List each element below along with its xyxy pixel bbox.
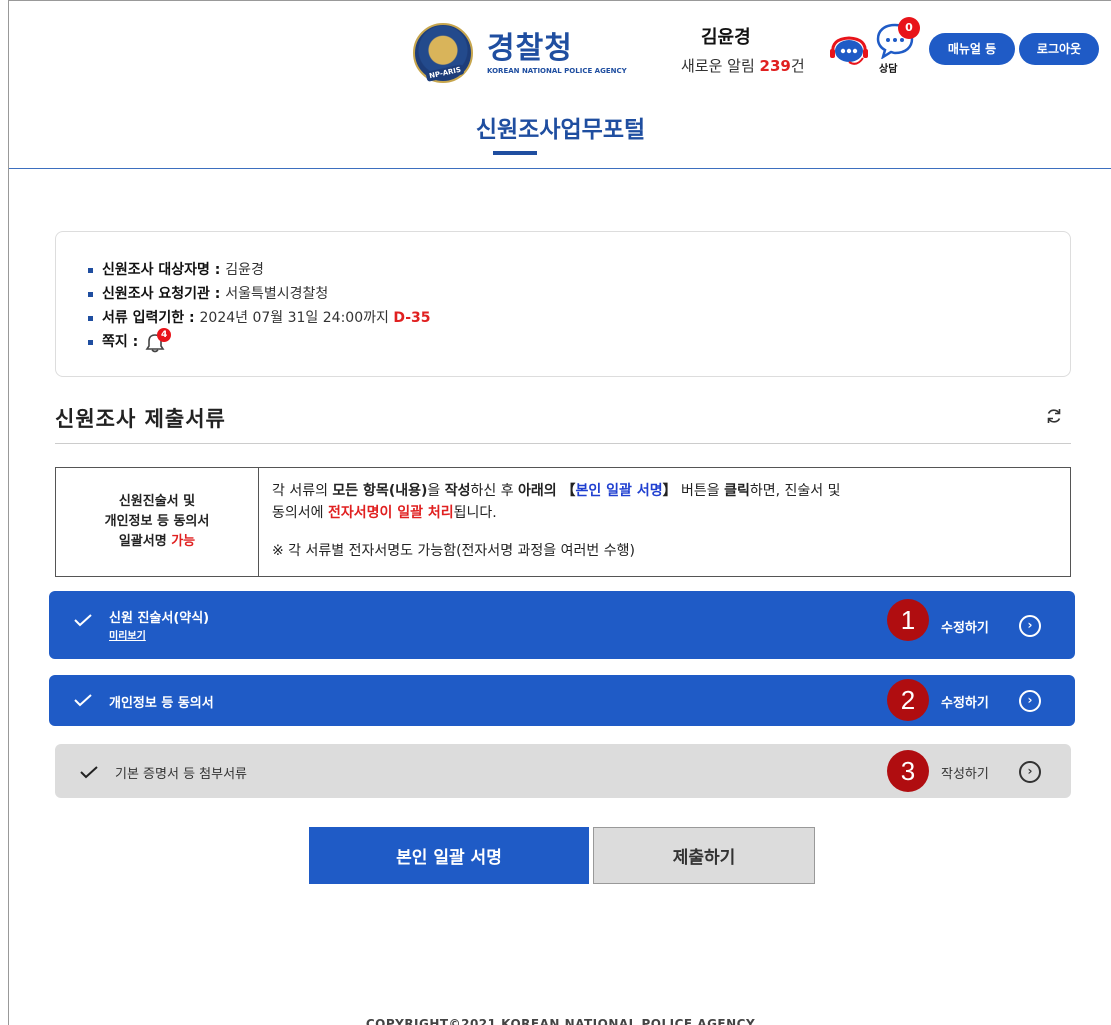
desc-part: 】 [662,483,677,499]
manual-button[interactable]: 매뉴얼 등 [929,33,1015,65]
edit-link[interactable]: 수정하기 [941,692,989,711]
desc-part: 작성 [444,483,471,499]
section-divider [55,443,1071,444]
counsel-label: 상담 [879,64,898,75]
write-link[interactable]: 작성하기 [941,763,989,782]
desc-part: 클릭 [724,483,750,499]
check-icon [74,614,92,627]
document-row-consent[interactable]: 개인정보 등 동의서 2 수정하기 › [49,675,1075,726]
info-deadline-value: 2024년 07월 31일 24:00까지 [199,310,394,326]
circle-chevron-right-icon[interactable]: › [1019,761,1041,783]
desc-part: 버튼을 [676,483,725,499]
step-number-badge: 2 [887,679,929,721]
desc-note: ※ 각 서류별 전자서명도 가능함(전자서명 과정을 여러번 수행) [272,543,635,559]
desc-part: 각 서류의 [272,483,333,499]
memo-badge: 4 [157,328,172,342]
check-icon [80,766,98,779]
step-number-badge: 1 [887,599,929,641]
info-subject-label: 신원조사 대상자명 : [102,262,226,278]
notification-prefix: 새로운 알림 [681,57,760,75]
info-deadline-label: 서류 입력기한 : [102,310,200,326]
document-title: 신원 진술서(약식) [109,611,210,626]
dday-badge: D-35 [393,310,431,326]
notification-suffix: 건 [790,57,805,75]
desc-part: 하면, 진술서 및 [749,483,841,499]
police-emblem-icon: NP-ARIS [413,23,473,83]
user-name: 김윤경 [701,27,751,48]
desc-part: 모든 항목(내용) [332,483,428,499]
page-frame: NP-ARIS 경찰청 KOREAN NATIONAL POLICE AGENC… [8,0,1111,1025]
counsel-button[interactable]: 0 상담 [875,17,923,79]
info-memo: 쪽지 : 4 [88,328,431,354]
info-subject: 신원조사 대상자명 : 김윤경 [88,258,431,282]
sign-all-button[interactable]: 본인 일괄 서명 [309,827,589,884]
logo[interactable]: NP-ARIS 경찰청 KOREAN NATIONAL POLICE AGENC… [413,23,633,89]
desc-part: 하신 후 [470,483,519,499]
desc-part: 을 [427,483,445,499]
document-row-statement[interactable]: 신원 진술서(약식) 미리보기 1 수정하기 › [49,591,1075,659]
portal-title: 신원조사업무포털 [475,117,646,143]
notification-summary[interactable]: 새로운 알림 239건 [681,55,805,76]
logout-button[interactable]: 로그아웃 [1019,33,1099,65]
title-underline [493,151,537,155]
submit-button[interactable]: 제출하기 [593,827,815,884]
circle-chevron-right-icon[interactable]: › [1019,615,1041,637]
circle-chevron-right-icon[interactable]: › [1019,690,1041,712]
document-title: 개인정보 등 동의서 [109,696,214,711]
info-agency-value: 서울특별시경찰청 [225,286,329,302]
subject-info-list: 신원조사 대상자명 : 김윤경 신원조사 요청기관 : 서울특별시경찰청 서류 … [88,258,431,354]
desc-part: 전자서명이 일괄 처리 [327,505,454,521]
info-memo-label: 쪽지 : [102,334,144,350]
bulk-sign-description: 각 서류의 모든 항목(내용)을 작성하신 후 아래의 【본인 일괄 서명】 버… [272,480,1062,562]
bulk-sign-line3: 일괄서명 가능 [56,532,258,552]
bulk-sign-availability: 가능 [171,534,196,549]
bulk-sign-info-table: 신원진술서 및 개인정보 등 동의서 일괄서명 가능 각 서류의 모든 항목(내… [55,467,1071,577]
bulk-sign-line1: 신원진술서 및 [118,494,196,509]
bell-icon[interactable]: 4 [143,328,172,353]
document-title: 기본 증명서 등 첨부서류 [115,767,247,782]
section-title: 신원조사 제출서류 [55,407,226,431]
notification-count: 239 [759,57,791,75]
logo-title: 경찰청 [487,31,573,66]
logo-subtitle: KOREAN NATIONAL POLICE AGENCY [487,67,627,75]
subject-info-box: 신원조사 대상자명 : 김윤경 신원조사 요청기관 : 서울특별시경찰청 서류 … [55,231,1071,377]
bulk-sign-line3-text: 일괄서명 [118,534,172,549]
desc-part: 본인 일괄 서명 [575,483,663,499]
header: NP-ARIS 경찰청 KOREAN NATIONAL POLICE AGENC… [9,1,1111,169]
info-agency: 신원조사 요청기관 : 서울특별시경찰청 [88,282,431,306]
edit-link[interactable]: 수정하기 [941,617,989,636]
document-row-attachments[interactable]: 기본 증명서 등 첨부서류 3 작성하기 › [55,744,1071,798]
counsel-badge: 0 [898,17,920,39]
info-agency-label: 신원조사 요청기관 : [102,286,226,302]
chatbot-icon[interactable] [827,31,871,71]
desc-part: 됩니다. [453,505,497,521]
info-deadline: 서류 입력기한 : 2024년 07월 31일 24:00까지 D-35 [88,306,431,330]
check-icon [74,694,92,707]
emblem-tag: NP-ARIS [425,64,465,82]
desc-part: 동의서에 [272,505,328,521]
desc-part: 아래의 【 [518,483,576,499]
refresh-icon[interactable] [1045,407,1063,425]
bulk-sign-line2: 개인정보 등 동의서 [104,514,210,529]
bulk-sign-status: 신원진술서 및 개인정보 등 동의서 일괄서명 가능 [56,468,259,576]
step-number-badge: 3 [887,750,929,792]
copyright-footer: COPYRIGHT©2021 KOREAN NATIONAL POLICE AG… [365,1017,756,1025]
preview-link[interactable]: 미리보기 [109,627,146,642]
info-subject-value: 김윤경 [225,262,264,278]
